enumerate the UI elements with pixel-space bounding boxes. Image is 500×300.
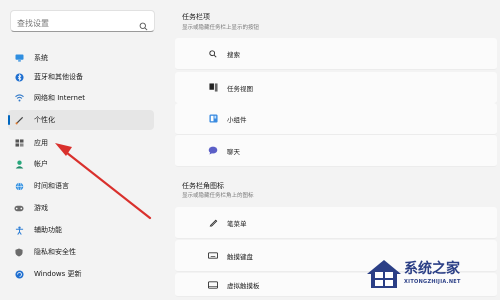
settings-sidebar: 系统 蓝牙和其他设备 网络和 Internet 个性化 应用 帐户 时间和语 xyxy=(0,0,170,300)
search-settings-box[interactable] xyxy=(10,10,155,35)
gamepad-icon xyxy=(14,203,24,213)
shield-icon xyxy=(14,247,24,257)
sidebar-item-gaming[interactable]: 游戏 xyxy=(8,198,154,218)
sidebar-item-label: 时间和语言 xyxy=(34,182,69,190)
sidebar-item-accessibility[interactable]: 辅助功能 xyxy=(8,220,154,240)
sidebar-item-label: 蓝牙和其他设备 xyxy=(34,73,83,81)
sidebar-item-accounts[interactable]: 帐户 xyxy=(8,154,154,174)
search-settings-input[interactable] xyxy=(17,13,132,34)
taskbar-item-label: 聊天 xyxy=(227,147,240,156)
sidebar-item-label: 应用 xyxy=(34,139,48,147)
chat-icon xyxy=(207,145,219,157)
taskbar-item-task-view-row[interactable]: 任务视图 xyxy=(175,72,497,104)
sidebar-item-label: Windows 更新 xyxy=(34,270,82,278)
taskbar-items-title: 任务栏项 xyxy=(182,13,210,21)
sidebar-item-bluetooth[interactable]: 蓝牙和其他设备 xyxy=(8,67,154,87)
sidebar-item-apps[interactable]: 应用 xyxy=(8,133,154,153)
pen-icon xyxy=(207,217,219,229)
house-logo-icon xyxy=(367,260,401,288)
corner-icons-title: 任务栏角图标 xyxy=(182,182,224,190)
corner-icon-label: 触摸键盘 xyxy=(227,252,253,261)
sidebar-item-windows-update[interactable]: Windows 更新 xyxy=(8,264,154,284)
update-icon xyxy=(14,269,24,279)
search-icon xyxy=(207,48,219,60)
watermark-url: XITONGZHIJIA.NET xyxy=(404,279,461,285)
apps-icon xyxy=(14,138,24,148)
user-icon xyxy=(14,159,24,169)
taskbar-item-search-row[interactable]: 搜索 xyxy=(175,38,497,70)
watermark-text: 系统之家 xyxy=(404,261,460,277)
brush-icon xyxy=(14,115,24,125)
touchpad-icon xyxy=(207,279,219,291)
monitor-icon xyxy=(14,53,24,63)
accessibility-icon xyxy=(14,225,24,235)
sidebar-item-label: 隐私和安全性 xyxy=(34,248,76,256)
sidebar-item-label: 帐户 xyxy=(34,160,48,168)
sidebar-item-label: 系统 xyxy=(34,54,48,62)
taskbar-item-label: 小组件 xyxy=(227,115,247,124)
globe-icon xyxy=(14,181,24,191)
sidebar-item-network[interactable]: 网络和 Internet xyxy=(8,88,154,108)
corner-icon-pen-menu-row[interactable]: 笔菜单 xyxy=(175,207,497,239)
sidebar-item-label: 网络和 Internet xyxy=(34,94,86,102)
taskbar-item-chat-row[interactable]: 聊天 xyxy=(175,135,497,167)
taskbar-item-label: 搜索 xyxy=(227,50,240,59)
watermark: 系统之家 XITONGZHIJIA.NET xyxy=(364,252,496,296)
bluetooth-icon xyxy=(14,72,24,82)
taskbar-items-subtitle: 显示或隐藏任务栏上显示的按钮 xyxy=(182,25,260,31)
sidebar-item-label: 个性化 xyxy=(34,116,55,124)
sidebar-item-label: 游戏 xyxy=(34,204,48,212)
sidebar-item-system[interactable]: 系统 xyxy=(8,48,154,68)
sidebar-item-privacy[interactable]: 隐私和安全性 xyxy=(8,242,154,262)
task-view-icon xyxy=(207,82,219,94)
taskbar-item-widgets-row[interactable]: 小组件 xyxy=(175,103,497,135)
wifi-icon xyxy=(14,93,24,103)
widgets-icon xyxy=(207,113,219,125)
corner-icon-label: 笔菜单 xyxy=(227,219,247,228)
corner-icons-subtitle: 显示或隐藏任务栏角上的图标 xyxy=(182,193,254,199)
taskbar-item-label: 任务视图 xyxy=(227,84,253,93)
sidebar-item-personalization[interactable]: 个性化 xyxy=(8,110,154,130)
corner-icon-label: 虚拟触摸板 xyxy=(227,281,260,290)
sidebar-item-label: 辅助功能 xyxy=(34,226,62,234)
keyboard-icon xyxy=(207,250,219,262)
search-icon[interactable] xyxy=(139,16,148,35)
sidebar-item-time-language[interactable]: 时间和语言 xyxy=(8,176,154,196)
